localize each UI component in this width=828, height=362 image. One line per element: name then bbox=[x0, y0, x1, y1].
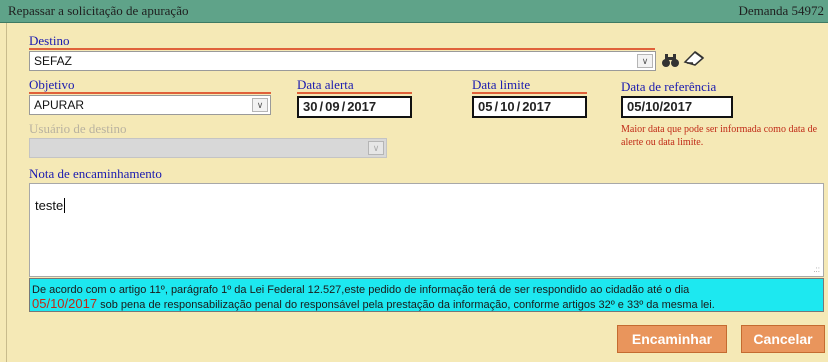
eraser-icon[interactable] bbox=[683, 49, 705, 67]
demanda-number: Demanda 54972 bbox=[738, 3, 824, 18]
text-cursor: ​ bbox=[64, 198, 66, 213]
usuario-destino-select[interactable]: ∨ bbox=[29, 138, 387, 158]
legal-notice: De acordo com o artigo 11º, parágrafo 1º… bbox=[29, 278, 824, 312]
dialog-title: Repassar a solicitação de apuração bbox=[8, 3, 189, 18]
objetivo-value: APURAR bbox=[34, 98, 85, 112]
destino-underline bbox=[29, 48, 655, 50]
data-limite-input[interactable]: 05/10/2017 bbox=[472, 96, 587, 118]
encaminhar-button[interactable]: Encaminhar bbox=[617, 325, 727, 353]
data-referencia-value: 05/10/2017 bbox=[627, 99, 693, 114]
data-alerta-label: Data alerta bbox=[297, 77, 354, 92]
binoculars-icon[interactable] bbox=[661, 52, 681, 68]
destino-label: Destino bbox=[29, 33, 70, 48]
objetivo-underline bbox=[29, 92, 271, 94]
data-limite-month[interactable]: 10 bbox=[500, 98, 514, 116]
data-alerta-year[interactable]: 2017 bbox=[347, 98, 376, 116]
nota-value: teste bbox=[35, 198, 64, 213]
usuario-destino-label: Usuário de destino bbox=[29, 121, 127, 136]
nota-textarea[interactable]: teste​ .:: bbox=[29, 183, 824, 277]
data-alerta-input[interactable]: 30/09/2017 bbox=[297, 96, 412, 118]
destino-select[interactable]: SEFAZ ∨ bbox=[29, 51, 656, 71]
data-alerta-month[interactable]: 09 bbox=[325, 98, 339, 116]
data-limite-underline bbox=[472, 92, 587, 94]
data-limite-day[interactable]: 05 bbox=[478, 98, 492, 116]
resize-handle-icon[interactable]: .:: bbox=[813, 265, 820, 274]
notice-line1: De acordo com o artigo 11º, parágrafo 1º… bbox=[32, 284, 690, 296]
chevron-down-icon: ∨ bbox=[252, 98, 268, 112]
data-referencia-hint: Maior data que pode ser informada como d… bbox=[621, 124, 818, 148]
left-border bbox=[6, 22, 7, 362]
destino-value: SEFAZ bbox=[34, 54, 73, 68]
chevron-down-icon: ∨ bbox=[637, 54, 653, 68]
data-limite-label: Data limite bbox=[472, 77, 531, 92]
nota-label: Nota de encaminhamento bbox=[29, 166, 162, 181]
chevron-down-icon: ∨ bbox=[368, 141, 384, 155]
data-referencia-input[interactable]: 05/10/2017 bbox=[621, 96, 733, 118]
data-alerta-underline bbox=[297, 92, 412, 94]
notice-line2: sob pena de responsabilização penal do r… bbox=[97, 299, 715, 311]
notice-date: 05/10/2017 bbox=[32, 296, 98, 311]
dialog-titlebar: Repassar a solicitação de apuração Deman… bbox=[0, 0, 828, 23]
data-referencia-label: Data de referência bbox=[621, 79, 717, 94]
objetivo-select[interactable]: APURAR ∨ bbox=[29, 95, 271, 115]
data-alerta-day[interactable]: 30 bbox=[303, 98, 317, 116]
objetivo-label: Objetivo bbox=[29, 77, 75, 92]
cancelar-button[interactable]: Cancelar bbox=[741, 325, 825, 353]
data-limite-year[interactable]: 2017 bbox=[522, 98, 551, 116]
